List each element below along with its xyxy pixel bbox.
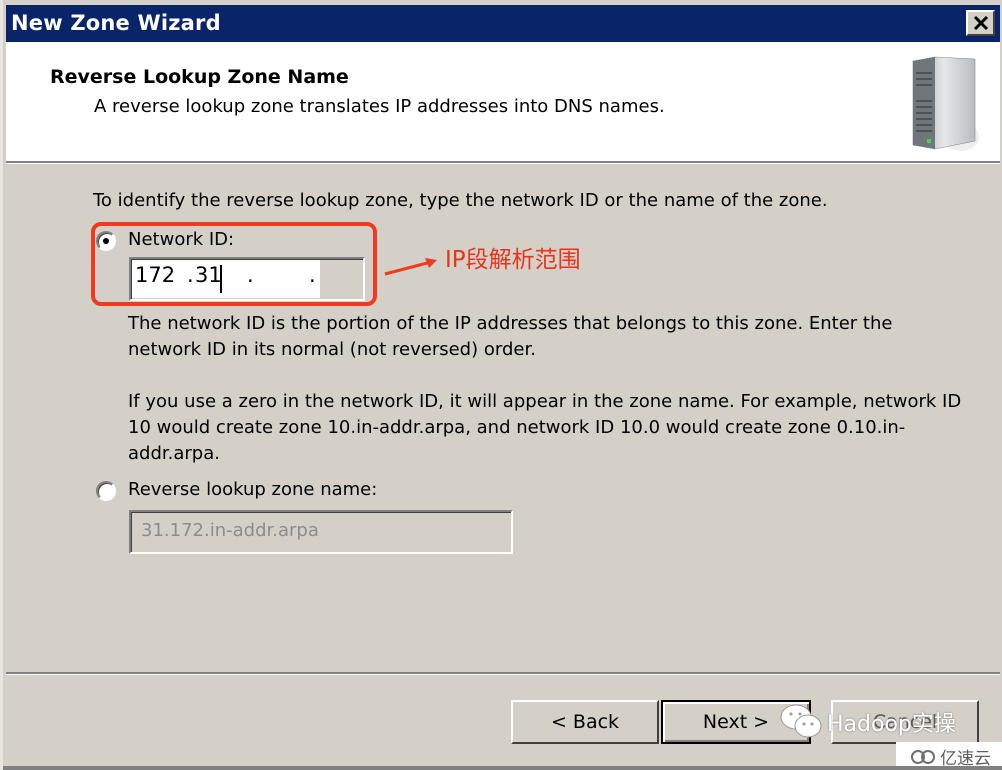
zero-network-id-help: If you use a zero in the network ID, it …: [128, 391, 962, 464]
logo-text: 亿速云: [940, 748, 991, 769]
zone-name-value: 31.172.in-addr.arpa: [141, 520, 319, 541]
watermark-text: Hadoop实操: [827, 712, 956, 737]
wechat-icon: [780, 704, 822, 738]
wechat-watermark: Hadoop实操: [779, 702, 956, 742]
new-zone-wizard-window: New Zone Wizard Reverse Lookup Zone Name…: [0, 0, 1002, 770]
cloud-logo-icon: [911, 750, 935, 764]
title-bar[interactable]: New Zone Wizard: [6, 5, 1000, 42]
annotation-highlight-box: [91, 222, 377, 306]
annotation-arrow-icon: [384, 258, 437, 276]
wizard-header: Reverse Lookup Zone Name A reverse looku…: [6, 42, 1000, 161]
header-divider: [6, 161, 1000, 164]
close-x-icon: [973, 16, 988, 30]
zone-name-radio[interactable]: [96, 481, 116, 501]
page-title: Reverse Lookup Zone Name: [50, 66, 349, 88]
network-id-help: The network ID is the portion of the IP …: [128, 313, 893, 360]
close-button[interactable]: [966, 10, 995, 36]
zone-name-label[interactable]: Reverse lookup zone name:: [128, 479, 377, 500]
window-title: New Zone Wizard: [11, 11, 221, 35]
footer-divider: [6, 672, 1000, 675]
zone-name-input: 31.172.in-addr.arpa: [129, 510, 513, 554]
page-subtitle: A reverse lookup zone translates IP addr…: [94, 96, 665, 117]
annotation-label: IP段解析范围: [445, 247, 581, 273]
back-button[interactable]: < Back: [511, 700, 659, 744]
server-tower-icon: [912, 56, 979, 151]
window-bottom-edge: [3, 766, 1002, 770]
intro-text: To identify the reverse lookup zone, typ…: [93, 190, 828, 211]
